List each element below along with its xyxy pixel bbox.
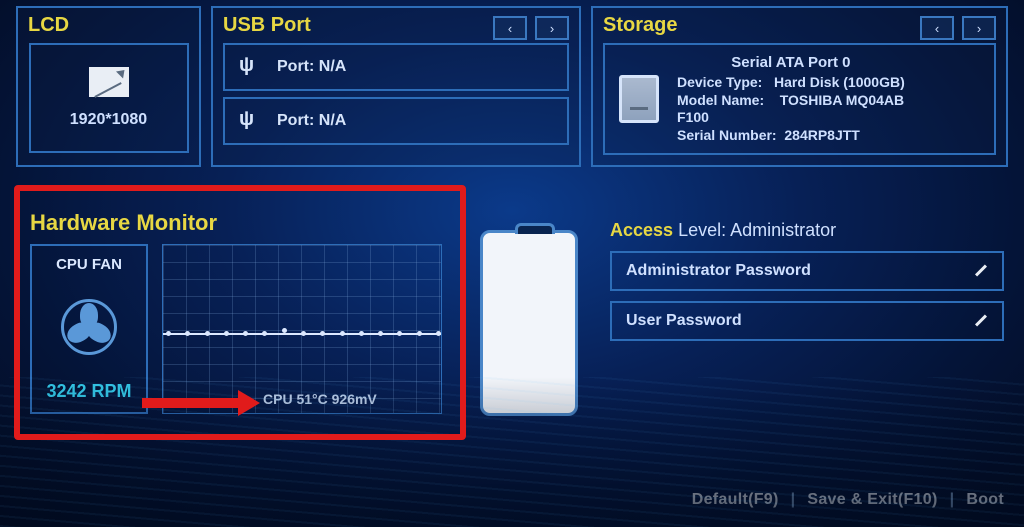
- panel-hardware-monitor: Hardware Monitor CPU FAN 3242 RPM CPU 51…: [30, 210, 450, 414]
- user-password-label: User Password: [626, 312, 742, 330]
- cpu-fan-box: CPU FAN 3242 RPM: [30, 244, 148, 414]
- user-password-row[interactable]: User Password: [610, 301, 1004, 341]
- battery-icon: [480, 230, 578, 416]
- cpu-fan-label: CPU FAN: [56, 256, 122, 273]
- storage-model-label: Model Name:: [677, 92, 764, 108]
- storage-next-button[interactable]: ›: [962, 16, 996, 40]
- usb-prev-button[interactable]: ‹: [493, 16, 527, 40]
- access-title: Access Level: Administrator: [610, 220, 1004, 241]
- lcd-box: 1920*1080: [29, 43, 189, 153]
- usb-port-label: Port: N/A: [277, 112, 346, 130]
- panel-access: Access Level: Administrator Administrato…: [610, 220, 1004, 341]
- access-title-rest: Level: Administrator: [673, 220, 836, 240]
- separator: |: [791, 491, 796, 509]
- boot-button[interactable]: Boot: [966, 491, 1004, 509]
- cpu-fan-rpm: 3242 RPM: [46, 381, 131, 402]
- usb-port-label: Port: N/A: [277, 58, 346, 76]
- storage-model-value-2: F100: [677, 109, 709, 125]
- storage-text: Serial ATA Port 0 Device Type: Hard Disk…: [677, 54, 905, 145]
- usb-port-row-1: Port: N/A: [223, 97, 569, 145]
- storage-devtype-value: Hard Disk (1000GB): [774, 74, 905, 90]
- fan-icon: [61, 299, 117, 355]
- cpu-temp-label: CPU 51°C 926mV: [263, 391, 377, 407]
- lcd-title: LCD: [28, 14, 189, 37]
- storage-body: Serial ATA Port 0 Device Type: Hard Disk…: [603, 43, 996, 155]
- panel-storage: Storage ‹ › Serial ATA Port 0 Device Typ…: [591, 6, 1008, 167]
- panel-lcd: LCD 1920*1080: [16, 6, 201, 167]
- access-title-accent: Access: [610, 220, 673, 240]
- admin-password-label: Administrator Password: [626, 262, 811, 280]
- lcd-resolution: 1920*1080: [70, 111, 147, 129]
- usb-next-button[interactable]: ›: [535, 16, 569, 40]
- panel-usb: USB Port ‹ › Port: N/A Port: N/A: [211, 6, 581, 167]
- usb-icon: [239, 57, 259, 77]
- hw-title: Hardware Monitor: [30, 210, 450, 236]
- save-exit-button[interactable]: Save & Exit(F10): [807, 491, 937, 509]
- monitor-icon: [89, 67, 129, 97]
- storage-serial-value: 284RP8JTT: [784, 127, 859, 143]
- hard-disk-icon: [619, 75, 659, 123]
- storage-devtype-label: Device Type:: [677, 74, 762, 90]
- storage-port: Serial ATA Port 0: [677, 54, 905, 73]
- admin-password-row[interactable]: Administrator Password: [610, 251, 1004, 291]
- separator: |: [950, 491, 955, 509]
- edit-icon: [972, 313, 988, 329]
- usb-icon: [239, 111, 259, 131]
- default-button[interactable]: Default(F9): [692, 491, 779, 509]
- storage-serial-label: Serial Number:: [677, 127, 777, 143]
- chart-series-dots: [163, 329, 441, 339]
- cpu-temp-chart: CPU 51°C 926mV: [162, 244, 442, 414]
- footer-bar: Default(F9) | Save & Exit(F10) | Boot: [692, 491, 1004, 509]
- storage-model-value: TOSHIBA MQ04AB: [780, 92, 904, 108]
- usb-port-row-0: Port: N/A: [223, 43, 569, 91]
- storage-prev-button[interactable]: ‹: [920, 16, 954, 40]
- edit-icon: [972, 263, 988, 279]
- annotation-arrow-icon: [142, 390, 262, 414]
